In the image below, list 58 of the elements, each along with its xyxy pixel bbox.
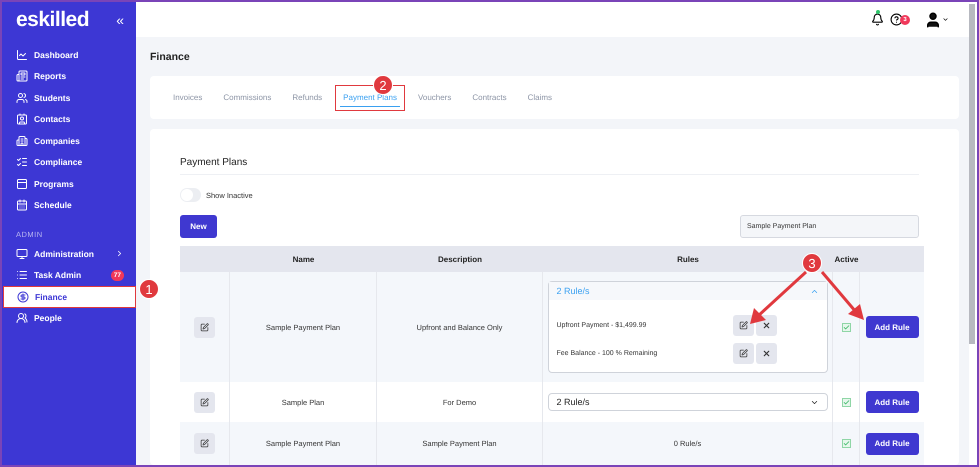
sidebar-item[interactable]: Companies — [2, 130, 136, 152]
active-checkbox[interactable] — [842, 439, 850, 448]
annotation-arrow — [748, 270, 808, 326]
nav-icon — [16, 134, 28, 147]
edit-button[interactable] — [194, 316, 215, 338]
nav-icon — [16, 199, 28, 212]
edit-button[interactable] — [194, 433, 215, 454]
edit-icon — [200, 439, 209, 448]
nav-icon — [17, 290, 29, 303]
page-title: Finance — [150, 51, 191, 63]
add-rule-button[interactable]: Add Rule — [866, 391, 918, 413]
edit-icon — [200, 398, 209, 406]
scrollbar-thumb[interactable] — [969, 4, 975, 344]
logo: eskilled — [16, 8, 90, 32]
bell-icon[interactable] — [871, 13, 884, 26]
sidebar-item[interactable]: Schedule — [2, 194, 136, 216]
card-title: Payment Plans — [180, 129, 919, 175]
active-checkbox[interactable] — [842, 398, 850, 406]
sidebar-item[interactable]: Compliance — [2, 152, 136, 173]
nav-icon — [16, 312, 28, 324]
help-icon[interactable] — [890, 13, 903, 26]
chevron-icon — [115, 249, 124, 258]
close-icon — [762, 321, 770, 330]
sidebar-item[interactable]: Reports — [2, 66, 136, 87]
nav-icon — [16, 48, 28, 61]
callout-number: 1 — [139, 279, 159, 299]
sidebar-item[interactable]: Contacts — [2, 108, 136, 130]
nav-icon — [16, 156, 28, 168]
sidebar-item[interactable]: Students — [2, 87, 136, 108]
sidebar-item[interactable]: Dashboard — [2, 44, 136, 66]
nav-icon — [16, 113, 28, 126]
sidebar-item[interactable]: Programs — [2, 173, 136, 194]
edit-button[interactable] — [732, 343, 754, 364]
sidebar-item[interactable]: People — [2, 308, 136, 329]
column-header: Name — [230, 246, 377, 272]
user-avatar-icon[interactable] — [924, 10, 949, 28]
column-header: Active — [833, 246, 860, 272]
active-checkbox[interactable] — [842, 322, 850, 332]
nav-icon — [16, 248, 28, 260]
collapse-button[interactable]: « — [116, 12, 124, 28]
edit-button[interactable] — [732, 315, 754, 336]
edit-button[interactable] — [194, 392, 215, 412]
close-icon — [762, 349, 770, 358]
rules-dropdown[interactable]: 2 Rule/s — [548, 393, 828, 411]
nav-icon — [16, 92, 28, 104]
sidebar-item[interactable]: Finance — [3, 286, 136, 308]
annotation-arrow — [820, 270, 866, 322]
edit-icon — [738, 321, 748, 330]
add-rule-button[interactable]: Add Rule — [866, 432, 918, 454]
new-button[interactable]: New — [180, 215, 217, 238]
sidebar-item[interactable]: Administration — [2, 243, 136, 264]
edit-icon — [738, 349, 748, 358]
column-header: Description — [377, 246, 543, 272]
nav-icon — [16, 178, 28, 190]
delete-button[interactable] — [756, 343, 776, 364]
nav-icon — [16, 70, 28, 82]
edit-icon — [200, 322, 209, 332]
add-rule-button[interactable]: Add Rule — [866, 316, 918, 338]
